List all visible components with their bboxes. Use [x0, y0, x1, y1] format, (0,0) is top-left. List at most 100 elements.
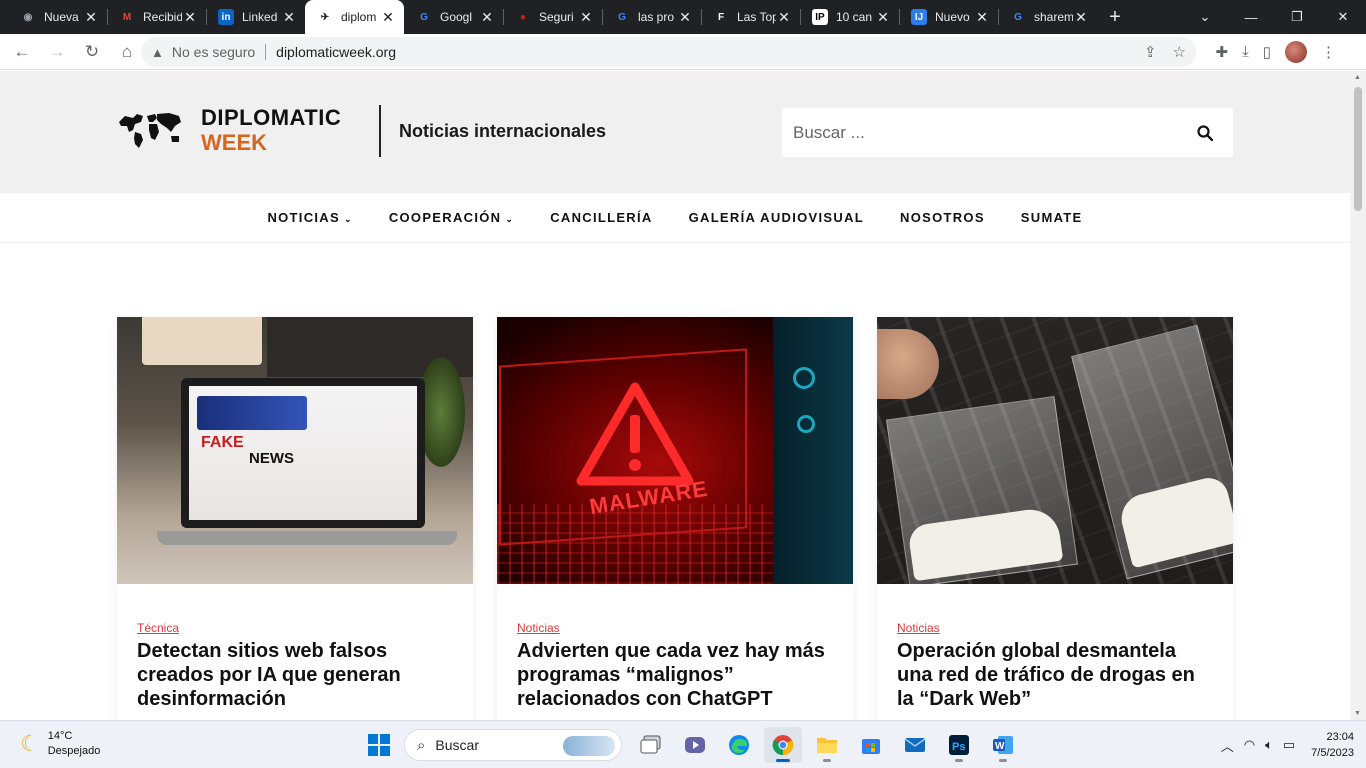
start-icon[interactable]: [360, 727, 398, 763]
site-logo[interactable]: DIPLOMATIC WEEK: [117, 105, 341, 155]
extensions-icon[interactable]: ✚: [1216, 43, 1229, 61]
security-label[interactable]: No es seguro: [172, 44, 255, 60]
search-button[interactable]: [1177, 124, 1233, 141]
article-card[interactable]: Noticias Operación global desmantela una…: [877, 317, 1233, 720]
nav-item[interactable]: CANCILLERÍA: [550, 210, 652, 225]
browser-tab[interactable]: M Recibid ✕: [107, 0, 206, 34]
article-card[interactable]: MALWARE Noticias Advierten que cada vez …: [497, 317, 853, 720]
menu-icon[interactable]: ⋮: [1321, 43, 1336, 61]
teams-icon[interactable]: [676, 727, 714, 763]
photoshop-icon[interactable]: Ps: [940, 727, 978, 763]
mail-icon[interactable]: [896, 727, 934, 763]
file-explorer-icon[interactable]: [808, 727, 846, 763]
browser-tab[interactable]: Glas pro ✕: [602, 0, 701, 34]
nav-item[interactable]: SUMATE: [1021, 210, 1083, 225]
nav-item-label: COOPERACIÓN: [388, 210, 502, 225]
close-tab-icon[interactable]: ✕: [974, 9, 990, 26]
address-bar[interactable]: ▲ No es seguro diplomaticweek.org ⇪ ☆: [141, 37, 1196, 67]
chevron-up-icon[interactable]: ︿: [1221, 736, 1234, 755]
side-panel-icon[interactable]: ▯: [1263, 43, 1271, 61]
tab-list: ◉ Nueva ✕ M Recibid ✕ in Linked ✕ ✈ diplom ✕ G Googl ✕…: [0, 0, 1097, 34]
world-map-icon: [119, 113, 181, 148]
clock[interactable]: 23:04 7/5/2023: [1311, 729, 1354, 761]
article-category[interactable]: Noticias: [897, 621, 1213, 635]
reload-button[interactable]: ↻: [76, 36, 108, 68]
site-header: DIPLOMATIC WEEK Noticias internacionales: [0, 71, 1350, 193]
tab-search-icon[interactable]: ⌄: [1182, 0, 1228, 34]
article-card[interactable]: FAKE NEWS Técnica Detectan sitios web fa…: [117, 317, 473, 720]
warning-icon[interactable]: ▲: [151, 45, 164, 60]
close-tab-icon[interactable]: ✕: [875, 9, 891, 26]
home-button[interactable]: ⌂: [111, 36, 143, 68]
article-title[interactable]: Advierten que cada vez hay más programas…: [517, 639, 833, 711]
page-scrollbar[interactable]: ▲ ▼: [1350, 71, 1366, 720]
tab-title: Recibid: [143, 10, 182, 24]
store-icon[interactable]: [852, 727, 890, 763]
laptop-screen: FAKE NEWS: [181, 378, 425, 528]
url-text[interactable]: diplomaticweek.org: [276, 44, 396, 60]
volume-icon[interactable]: 🔈︎: [1265, 737, 1273, 753]
scroll-up-icon[interactable]: ▲: [1354, 74, 1361, 81]
close-tab-icon[interactable]: ✕: [677, 9, 693, 26]
browser-tab[interactable]: in Linked ✕: [206, 0, 305, 34]
article-category[interactable]: Noticias: [517, 621, 833, 635]
browser-tab[interactable]: G Googl ✕: [404, 0, 503, 34]
scrollbar-thumb[interactable]: [1354, 87, 1362, 211]
close-tab-icon[interactable]: ✕: [182, 9, 198, 26]
close-tab-icon[interactable]: ✕: [776, 9, 792, 26]
article-title[interactable]: Detectan sitios web falsos creados por I…: [137, 639, 453, 711]
tab-title: 10 can: [836, 10, 873, 24]
close-tab-icon[interactable]: ✕: [380, 9, 396, 26]
battery-icon[interactable]: ▭: [1283, 737, 1295, 753]
taskbar-search[interactable]: ⌕ Buscar: [404, 729, 622, 761]
weather-widget[interactable]: ☾ 14°C Despejado: [20, 729, 100, 759]
browser-tab[interactable]: IP 10 can ✕: [800, 0, 899, 34]
bookmark-star-icon[interactable]: ☆: [1173, 43, 1186, 61]
article-title[interactable]: Operación global desmantela una red de t…: [897, 639, 1213, 711]
nav-item-label: NOTICIAS: [267, 210, 340, 225]
search-input[interactable]: [793, 122, 1177, 143]
download-icon[interactable]: ⤓: [1242, 43, 1249, 60]
minimize-button[interactable]: —: [1228, 0, 1274, 34]
article-image-fake-news[interactable]: FAKE NEWS: [117, 317, 473, 584]
share-icon[interactable]: ⇪: [1144, 43, 1157, 61]
restore-button[interactable]: ❐: [1274, 0, 1320, 34]
close-tab-icon[interactable]: ✕: [281, 9, 297, 26]
close-tab-icon[interactable]: ✕: [578, 9, 594, 26]
nav-item[interactable]: NOSOTROS: [900, 210, 985, 225]
wifi-icon[interactable]: ◠: [1244, 737, 1255, 753]
browser-tab[interactable]: ✈ diplom ✕: [305, 0, 404, 34]
svg-text:Ps: Ps: [952, 741, 965, 753]
chrome-icon[interactable]: [764, 727, 802, 763]
close-window-button[interactable]: ✕: [1320, 0, 1366, 34]
nav-item-label: GALERÍA AUDIOVISUAL: [688, 210, 864, 225]
article-image-malware[interactable]: MALWARE: [497, 317, 853, 584]
word-icon[interactable]: W: [984, 727, 1022, 763]
lamp-shape: [142, 317, 262, 365]
close-tab-icon[interactable]: ✕: [83, 9, 99, 26]
browser-tab[interactable]: IJ Nuevo ✕: [899, 0, 998, 34]
profile-avatar[interactable]: [1285, 40, 1307, 63]
browser-tab[interactable]: ● Seguri ✕: [503, 0, 602, 34]
nav-item[interactable]: NOTICIAS ⌄: [267, 210, 352, 225]
browser-tab[interactable]: Gsharem ✕: [998, 0, 1097, 34]
search-highlight-image: [563, 736, 615, 756]
browser-tab[interactable]: ◉ Nueva ✕: [8, 0, 107, 34]
forward-button[interactable]: →: [41, 36, 73, 68]
temperature: 14°C: [47, 730, 73, 742]
nav-item-label: CANCILLERÍA: [550, 210, 653, 225]
new-tab-button[interactable]: +: [1097, 0, 1133, 34]
close-tab-icon[interactable]: ✕: [1073, 9, 1089, 26]
article-image-drugs[interactable]: [877, 317, 1233, 584]
close-tab-icon[interactable]: ✕: [479, 9, 495, 26]
edge-icon[interactable]: [720, 727, 758, 763]
window-controls: ⌄ — ❐ ✕: [1182, 0, 1366, 34]
nav-item-label: SUMATE: [1020, 210, 1083, 225]
back-button[interactable]: ←: [6, 36, 38, 68]
scroll-down-icon[interactable]: ▼: [1354, 710, 1361, 717]
nav-item[interactable]: GALERÍA AUDIOVISUAL: [689, 210, 864, 225]
task-view-icon[interactable]: [632, 727, 670, 763]
nav-item[interactable]: COOPERACIÓN ⌄: [389, 210, 514, 225]
article-category[interactable]: Técnica: [137, 621, 453, 635]
browser-tab[interactable]: F Las Top ✕: [701, 0, 800, 34]
